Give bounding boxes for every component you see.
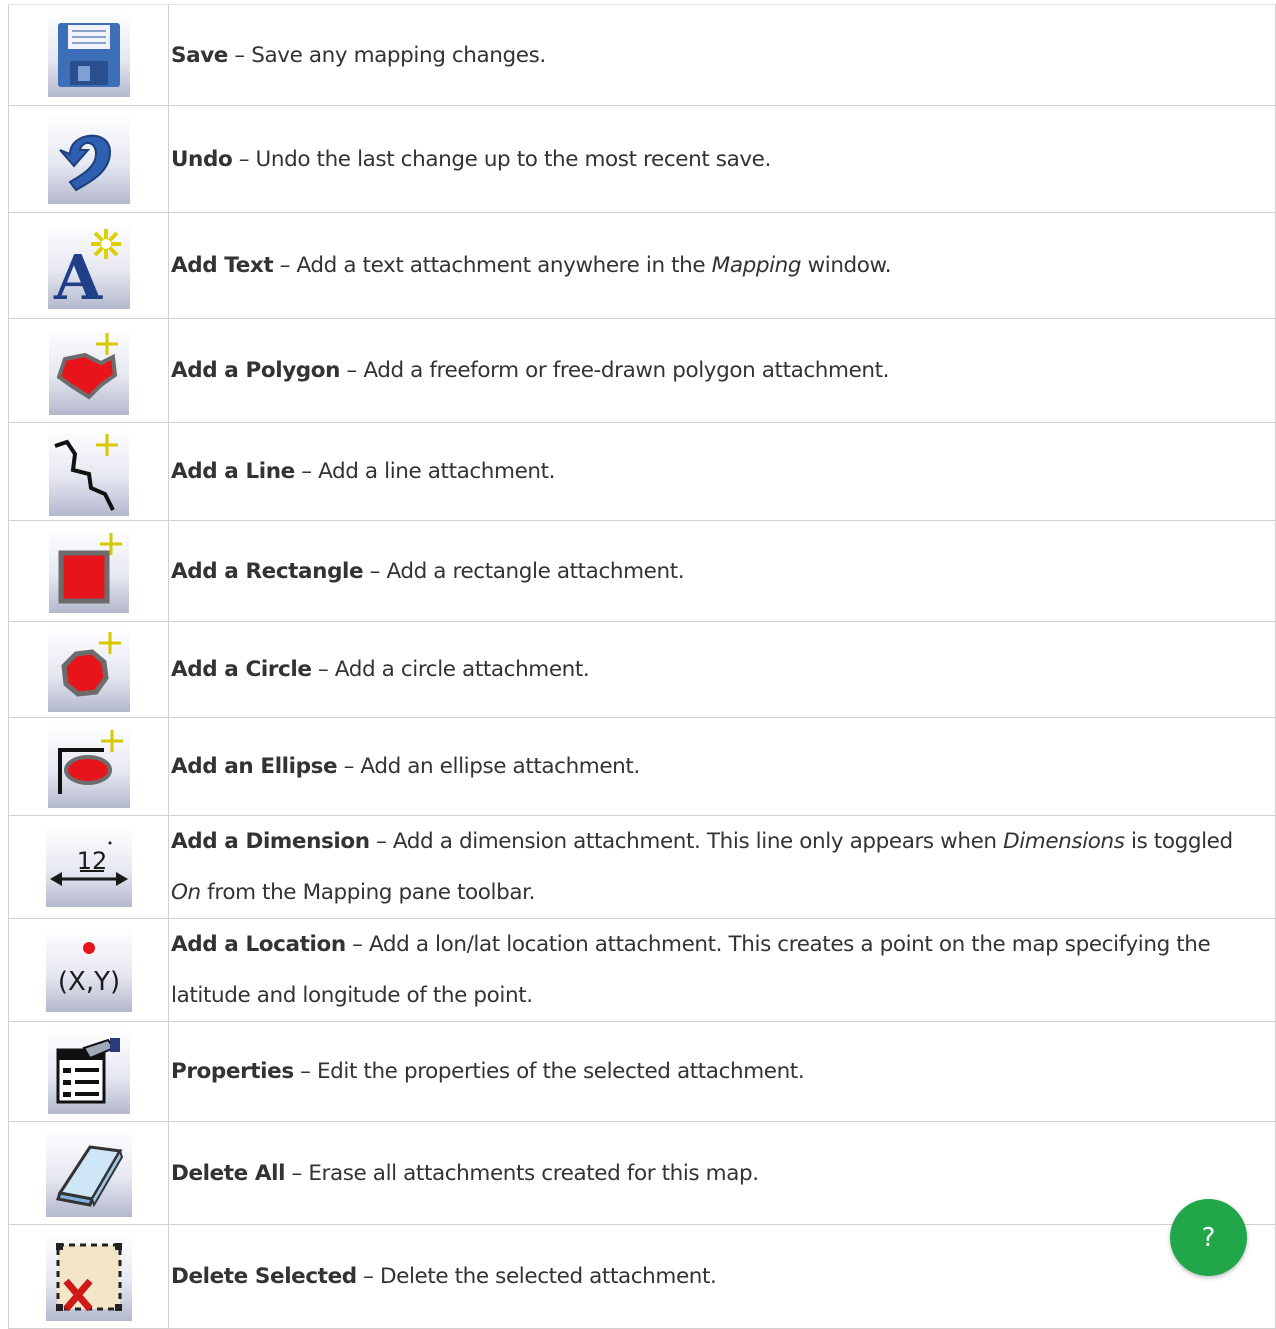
tool-description: Add an ellipse attachment. — [360, 754, 640, 779]
delete-all-icon — [45, 1129, 132, 1217]
icon-cell: 12 — [8, 815, 169, 919]
tool-name: Add a Rectangle — [171, 558, 364, 584]
tool-name: Add a Circle — [171, 657, 312, 682]
tool-name: Save — [171, 42, 228, 68]
tool-name: Undo — [171, 146, 233, 172]
tool-name: Add Text — [171, 253, 274, 278]
tool-description: Add a circle attachment. — [334, 657, 590, 682]
icon-cell — [8, 1224, 169, 1329]
description-cell: Delete Selected – Delete the selected at… — [168, 1224, 1276, 1329]
toolbar-reference-table: Save – Save any mapping changes. Undo – … — [8, 4, 1276, 1329]
tool-name: Add a Polygon — [171, 358, 341, 383]
description-cell: Add a Line – Add a line attachment. — [168, 422, 1276, 521]
table-row: Add a Rectangle – Add a rectangle attach… — [8, 520, 1276, 622]
icon-cell — [8, 1021, 169, 1122]
add-circle-icon — [47, 627, 130, 712]
tool-description: Undo the last change up to the most rece… — [255, 146, 772, 172]
description-cell: Add a Location – Add a lon/lat location … — [168, 918, 1276, 1022]
delete-selected-icon — [45, 1233, 132, 1321]
tool-name: Properties — [171, 1059, 294, 1084]
icon-cell — [8, 1121, 169, 1225]
description-cell: Delete All – Erase all attachments creat… — [168, 1121, 1276, 1225]
add-line-icon — [48, 427, 129, 516]
icon-cell — [8, 717, 169, 816]
table-row: Save – Save any mapping changes. — [8, 4, 1276, 106]
tool-name: Delete All — [171, 1160, 286, 1186]
description-cell: Add a Rectangle – Add a rectangle attach… — [168, 520, 1276, 622]
table-row: Delete Selected – Delete the selected at… — [8, 1224, 1276, 1329]
tool-name: Add an Ellipse — [171, 754, 338, 779]
description-cell: Save – Save any mapping changes. — [168, 4, 1276, 106]
description-cell: Add Text – Add a text attachment anywher… — [168, 212, 1276, 319]
icon-cell — [8, 318, 169, 423]
description-cell: Properties – Edit the properties of the … — [168, 1021, 1276, 1122]
icon-cell — [8, 422, 169, 521]
add-location-icon: (X,Y) — [45, 928, 132, 1012]
table-row: Add an Ellipse – Add an ellipse attachme… — [8, 717, 1276, 816]
tool-description: Add a freeform or free-drawn polygon att… — [363, 358, 890, 383]
tool-name: Add a Location — [171, 932, 346, 957]
table-row: Add a Line – Add a line attachment. — [8, 422, 1276, 521]
description-cell: Add a Dimension – Add a dimension attach… — [168, 815, 1276, 919]
table-row: Add a Polygon – Add a freeform or free-d… — [8, 318, 1276, 423]
add-ellipse-icon — [47, 725, 130, 808]
tool-name: Delete Selected — [171, 1264, 357, 1289]
description-cell: Add a Polygon – Add a freeform or free-d… — [168, 318, 1276, 423]
description-cell: Add a Circle – Add a circle attachment. — [168, 621, 1276, 718]
table-row: 12 Add a Dimension – Add a dimension att… — [8, 815, 1276, 919]
icon-cell: A — [8, 212, 169, 319]
tool-name: Add a Line — [171, 459, 295, 484]
icon-cell — [8, 520, 169, 622]
description-cell: Undo – Undo the last change up to the mo… — [168, 105, 1276, 213]
tool-description: Add a rectangle attachment. — [386, 558, 685, 584]
add-dimension-icon: 12 — [45, 827, 132, 907]
table-row: Properties – Edit the properties of the … — [8, 1021, 1276, 1122]
icon-cell: (X,Y) — [8, 918, 169, 1022]
table-row: Delete All – Erase all attachments creat… — [8, 1121, 1276, 1225]
table-row: (X,Y) Add a Location – Add a lon/lat loc… — [8, 918, 1276, 1022]
add-polygon-icon — [48, 326, 129, 415]
tool-description: Edit the properties of the selected atta… — [316, 1059, 805, 1084]
table-row: A Add Text – Add a text attachment anywh… — [8, 212, 1276, 319]
help-button[interactable]: ? — [1170, 1199, 1247, 1276]
svg-text:(X,Y): (X,Y) — [57, 967, 119, 997]
tool-description: Add a line attachment. — [318, 459, 556, 484]
icon-cell — [8, 4, 169, 106]
properties-icon — [47, 1029, 130, 1114]
description-cell: Add an Ellipse – Add an ellipse attachme… — [168, 717, 1276, 816]
icon-cell — [8, 621, 169, 718]
tool-description: Erase all attachments created for this m… — [308, 1160, 759, 1186]
undo-icon — [47, 114, 130, 204]
tool-description: Delete the selected attachment. — [379, 1264, 717, 1289]
table-row: Undo – Undo the last change up to the mo… — [8, 105, 1276, 213]
tool-name: Add a Dimension — [171, 829, 370, 854]
icon-cell — [8, 105, 169, 213]
add-rectangle-icon — [48, 529, 129, 613]
svg-text:A: A — [52, 241, 102, 309]
add-text-icon: A — [47, 222, 130, 309]
save-icon — [47, 13, 130, 97]
table-row: Add a Circle – Add a circle attachment. — [8, 621, 1276, 718]
tool-description: Save any mapping changes. — [251, 42, 546, 68]
